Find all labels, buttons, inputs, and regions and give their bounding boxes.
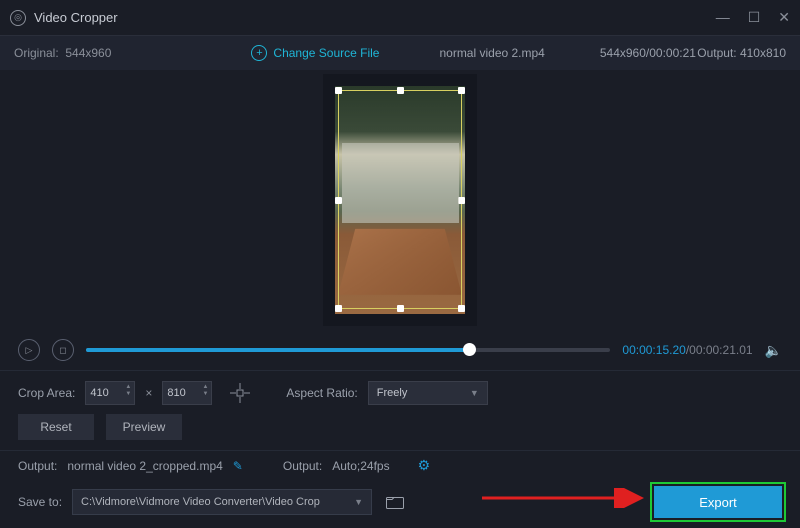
export-button[interactable]: Export — [654, 486, 782, 518]
spinner-arrows-icon[interactable]: ▲▼ — [125, 384, 131, 398]
stop-button[interactable]: ◻ — [52, 339, 74, 361]
preview-button[interactable]: Preview — [106, 414, 182, 440]
crop-height-value: 810 — [167, 387, 185, 399]
output-settings-icon[interactable]: ⚙ — [418, 457, 431, 474]
aspect-ratio-label: Aspect Ratio: — [286, 386, 357, 400]
play-button[interactable]: ▷ — [18, 339, 40, 361]
chevron-down-icon: ▼ — [470, 388, 479, 398]
plus-circle-icon: + — [251, 45, 267, 61]
open-folder-button[interactable] — [382, 489, 408, 515]
timeline-fill — [86, 348, 469, 352]
action-buttons-row: Reset Preview — [0, 414, 800, 450]
timeline-thumb[interactable] — [463, 343, 476, 356]
top-toolbar: Original: 544x960 + Change Source File n… — [0, 36, 800, 70]
preview-area — [0, 70, 800, 330]
crop-handle-b[interactable] — [397, 305, 404, 312]
save-path-value: C:\Vidmore\Vidmore Video Converter\Video… — [81, 496, 320, 508]
source-info: 544x960/00:00:21 — [600, 46, 696, 60]
minimize-button[interactable]: — — [716, 9, 730, 26]
aspect-ratio-value: Freely — [377, 387, 408, 399]
output-row: Output: normal video 2_cropped.mp4 ✎ Out… — [0, 450, 800, 480]
original-label: Original: — [14, 46, 59, 60]
crop-handle-l[interactable] — [335, 197, 342, 204]
save-to-label: Save to: — [18, 495, 62, 509]
spinner-arrows-icon[interactable]: ▲▼ — [202, 384, 208, 398]
output-file-name: normal video 2_cropped.mp4 — [67, 459, 222, 473]
crop-handle-r[interactable] — [458, 197, 465, 204]
chevron-down-icon: ▼ — [354, 497, 363, 507]
edit-output-name-icon[interactable]: ✎ — [233, 459, 243, 473]
time-readout: 00:00:15.20/00:00:21.01 — [622, 343, 752, 357]
crop-width-input[interactable]: 410 ▲▼ — [85, 381, 135, 405]
crop-handle-tl[interactable] — [335, 87, 342, 94]
crop-width-value: 410 — [90, 387, 108, 399]
save-path-select[interactable]: C:\Vidmore\Vidmore Video Converter\Video… — [72, 489, 372, 515]
crop-handle-tr[interactable] — [458, 87, 465, 94]
titlebar: ◎ Video Cropper — ☐ ✕ — [0, 0, 800, 36]
output-file-label: Output: — [18, 459, 57, 473]
video-preview[interactable] — [335, 86, 465, 314]
crop-rectangle[interactable] — [338, 90, 462, 309]
time-current: 00:00:15.20 — [622, 343, 685, 357]
playback-bar: ▷ ◻ 00:00:15.20/00:00:21.01 🔈 — [0, 330, 800, 370]
reset-button[interactable]: Reset — [18, 414, 94, 440]
crop-controls: Crop Area: 410 ▲▼ × 810 ▲▼ Aspect Ratio:… — [0, 370, 800, 414]
original-value: 544x960 — [65, 46, 111, 60]
window-controls: — ☐ ✕ — [716, 9, 790, 26]
app-logo-icon: ◎ — [10, 10, 26, 26]
maximize-button[interactable]: ☐ — [748, 9, 761, 26]
output-format-label: Output: — [283, 459, 322, 473]
save-row: Save to: C:\Vidmore\Vidmore Video Conver… — [0, 480, 800, 524]
crop-area-label: Crop Area: — [18, 386, 75, 400]
output-info: Output: 410x810 — [697, 46, 786, 60]
change-source-label: Change Source File — [273, 46, 379, 60]
crop-handle-bl[interactable] — [335, 305, 342, 312]
center-crop-button[interactable] — [228, 381, 252, 405]
timeline-slider[interactable] — [86, 348, 610, 352]
close-button[interactable]: ✕ — [778, 9, 790, 26]
volume-icon[interactable]: 🔈 — [765, 342, 782, 359]
crop-height-input[interactable]: 810 ▲▼ — [162, 381, 212, 405]
output-format-value: Auto;24fps — [332, 459, 389, 473]
change-source-button[interactable]: + Change Source File — [251, 45, 379, 61]
crop-handle-br[interactable] — [458, 305, 465, 312]
source-file-name: normal video 2.mp4 — [439, 46, 544, 60]
crop-handle-t[interactable] — [397, 87, 404, 94]
callout-arrow-icon — [480, 488, 650, 508]
aspect-ratio-select[interactable]: Freely ▼ — [368, 381, 488, 405]
time-duration: 00:00:21.01 — [689, 343, 752, 357]
multiply-sign: × — [145, 386, 152, 400]
app-title: Video Cropper — [34, 10, 118, 25]
